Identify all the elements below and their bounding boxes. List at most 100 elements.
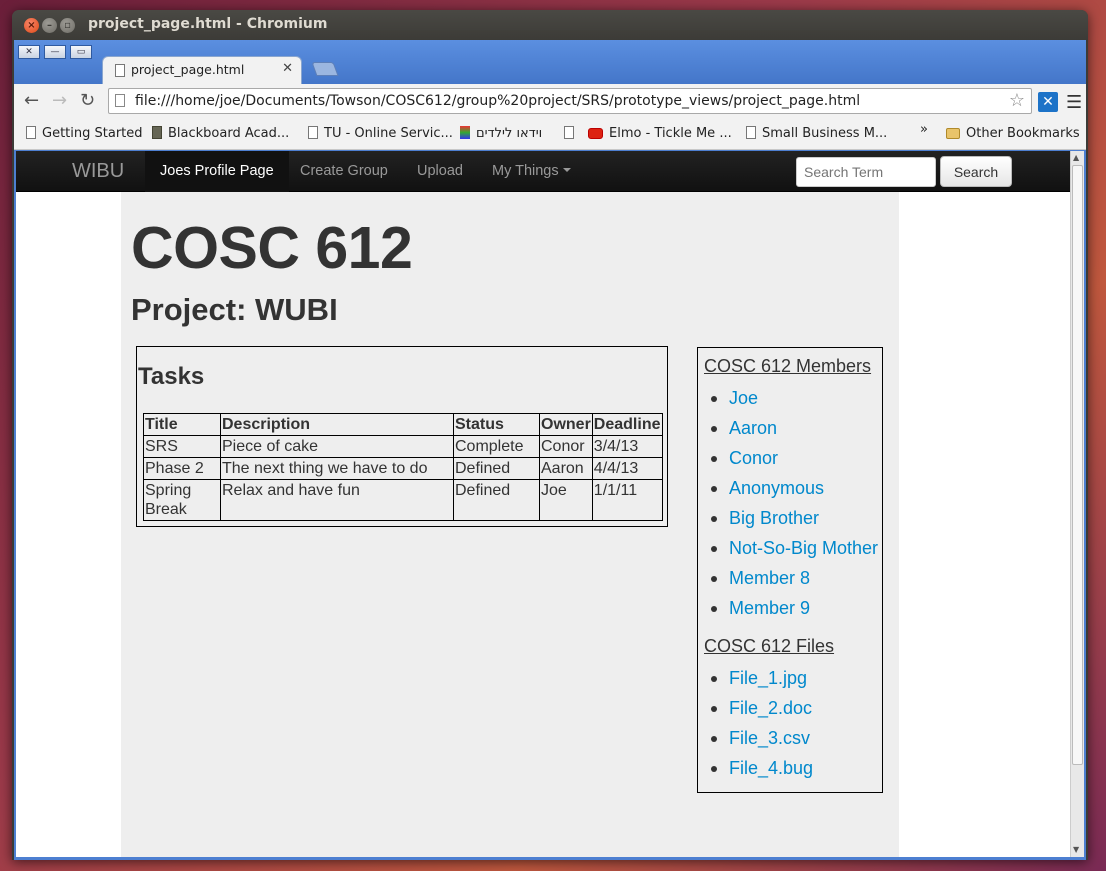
column-header: Deadline [591,413,663,436]
tasks-table: Title Description Status Owner Deadline … [143,413,663,521]
menu-icon[interactable]: ☰ [1066,92,1082,113]
table-cell: Spring Break [143,479,221,521]
page-scrollbar[interactable]: ▲ ▼ [1070,151,1084,857]
tab-close-icon[interactable]: ✕ [282,61,293,76]
files-list: File_1.jpg File_2.doc File_3.csv File_4.… [698,668,813,788]
search-button[interactable]: Search [940,156,1012,187]
browser-chrome: ✕ — ▭ project_page.html ✕ ← → ↻ file:///… [14,40,1086,860]
window-maximize-icon[interactable]: ▫ [60,18,75,33]
table-cell: Defined [453,457,540,480]
project-title: Project: WUBI [131,292,338,327]
tab-title: project_page.html [131,62,245,77]
chrome-close-icon[interactable]: ✕ [18,45,40,59]
nav-create-group[interactable]: Create Group [285,151,403,192]
file-link[interactable]: File_1.jpg [698,668,813,698]
table-cell: Aaron [539,457,593,480]
column-header: Description [220,413,454,436]
tab-strip: ✕ — ▭ project_page.html ✕ [14,40,1086,84]
table-header-row: Title Description Status Owner Deadline [143,413,663,436]
page-icon [115,94,125,107]
caret-down-icon [562,168,571,172]
page-icon [564,126,574,139]
page-icon [115,64,125,77]
window-close-icon[interactable]: × [24,18,39,33]
other-bookmarks[interactable]: Other Bookmarks [946,126,1080,141]
column-header: Owner [539,413,593,436]
address-bar[interactable]: file:///home/joe/Documents/Towson/COSC61… [108,88,1032,114]
search-input[interactable] [796,157,936,187]
browser-window: × – ▫ project_page.html - Chromium ✕ — ▭… [12,10,1088,860]
bookmark-item[interactable] [564,126,580,141]
table-cell: Complete [453,435,540,458]
bookmark-item[interactable]: TU - Online Servic... [308,126,453,141]
member-link[interactable]: Joe [698,388,878,418]
page-icon [746,126,756,139]
window-titlebar[interactable]: × – ▫ project_page.html - Chromium [12,10,1088,40]
member-link[interactable]: Member 9 [698,598,878,628]
page-icon [26,126,36,139]
member-link[interactable]: Member 8 [698,568,878,598]
bookmark-star-icon[interactable]: ☆ [1009,90,1025,111]
tasks-title: Tasks [138,363,205,390]
table-cell: 1/1/11 [591,479,663,521]
window-title: project_page.html - Chromium [88,16,328,32]
forward-arrow-icon[interactable]: → [52,90,67,111]
table-cell: 4/4/13 [591,457,663,480]
table-cell: Piece of cake [220,435,454,458]
tasks-panel: Tasks Title Description Status Owner Dea… [136,346,668,527]
table-row: SRS Piece of cake Complete Conor 3/4/13 [143,435,663,458]
member-link[interactable]: Not-So-Big Mother [698,538,878,568]
bookmark-item[interactable]: Elmo - Tickle Me ... [588,126,732,141]
table-cell: 3/4/13 [591,435,663,458]
address-url[interactable]: file:///home/joe/Documents/Towson/COSC61… [135,93,860,109]
folder-icon [946,128,960,139]
extension-icon[interactable]: ✕ [1038,92,1058,112]
table-cell: Defined [453,479,540,521]
brand-logo[interactable]: WIBU [72,160,124,183]
column-header: Title [143,413,221,436]
sidebar-panel: COSC 612 Members Joe Aaron Conor Anonymo… [697,347,883,793]
browser-toolbar: ← → ↻ file:///home/joe/Documents/Towson/… [14,84,1086,120]
members-heading: COSC 612 Members [704,356,872,376]
bookmarks-overflow-icon[interactable]: » [920,122,928,137]
reload-icon[interactable]: ↻ [80,90,95,111]
scroll-thumb[interactable] [1072,165,1083,765]
member-link[interactable]: Conor [698,448,878,478]
table-row: Phase 2 The next thing we have to do Def… [143,457,663,480]
file-link[interactable]: File_4.bug [698,758,813,788]
new-tab-button[interactable] [311,62,339,76]
bookmark-item[interactable]: Getting Started [26,126,143,141]
chrome-minimize-icon[interactable]: — [44,45,66,59]
nav-upload[interactable]: Upload [402,151,478,192]
member-link[interactable]: Anonymous [698,478,878,508]
table-cell: SRS [143,435,221,458]
bookmarks-bar: Getting Started Blackboard Acad... TU - … [14,120,1086,150]
files-heading: COSC 612 Files [704,636,835,656]
youtube-icon [588,128,603,139]
file-link[interactable]: File_3.csv [698,728,813,758]
member-link[interactable]: Big Brother [698,508,878,538]
bookmark-item[interactable]: Blackboard Acad... [152,126,289,141]
bookmark-item[interactable]: Small Business M... [746,126,887,141]
table-cell: The next thing we have to do [220,457,454,480]
scroll-up-icon[interactable]: ▲ [1073,153,1079,162]
scroll-down-icon[interactable]: ▼ [1073,845,1079,854]
back-arrow-icon[interactable]: ← [24,90,39,111]
table-row: Spring Break Relax and have fun Defined … [143,479,663,521]
table-cell: Phase 2 [143,457,221,480]
window-minimize-icon[interactable]: – [42,18,57,33]
page-viewport: WIBU Joes Profile Page Create Group Uplo… [16,151,1070,857]
member-link[interactable]: Aaron [698,418,878,448]
site-navbar: WIBU Joes Profile Page Create Group Uplo… [16,151,1070,192]
table-cell: Joe [539,479,593,521]
nav-joes-profile-page[interactable]: Joes Profile Page [145,151,289,192]
chrome-maximize-icon[interactable]: ▭ [70,45,92,59]
file-link[interactable]: File_2.doc [698,698,813,728]
page-title: COSC 612 [131,215,413,281]
nav-my-things[interactable]: My Things [477,151,586,192]
blackboard-icon [152,126,162,139]
bookmark-item[interactable]: וידאו לילדים [460,126,542,141]
table-cell: Relax and have fun [220,479,454,521]
colorful-icon [460,126,470,139]
tab-project-page[interactable]: project_page.html ✕ [102,56,302,84]
